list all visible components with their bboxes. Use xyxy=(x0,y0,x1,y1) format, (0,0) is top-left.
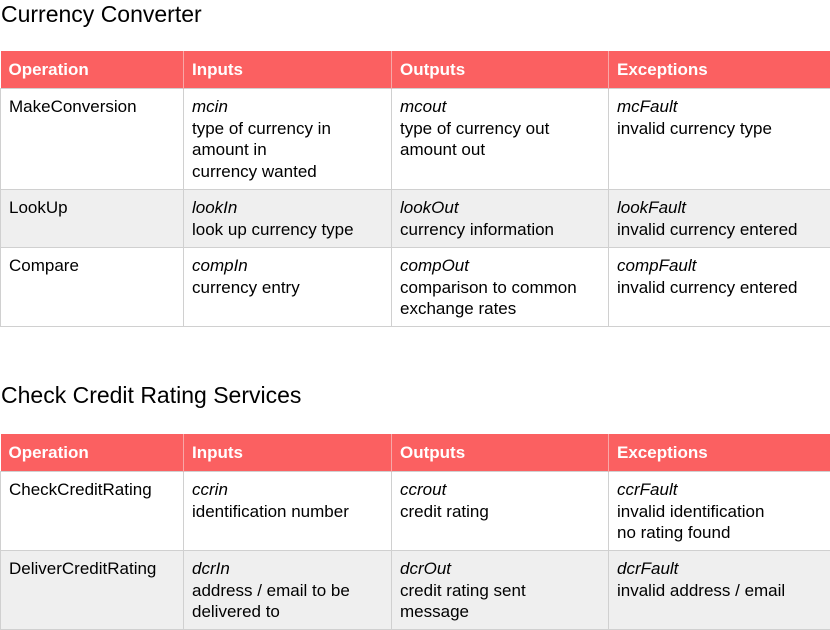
output-part: comparison to common xyxy=(400,277,600,299)
exceptions-cell: compFault invalid currency entered xyxy=(609,248,830,327)
fault-description: invalid address / email xyxy=(617,580,823,602)
output-part: message xyxy=(400,601,600,623)
table-row: CheckCreditRating ccrin identification n… xyxy=(1,472,830,551)
column-header-outputs: Outputs xyxy=(392,434,609,472)
operation-cell: LookUp xyxy=(1,190,184,248)
input-part: currency entry xyxy=(192,277,383,299)
inputs-cell: ccrin identification number xyxy=(184,472,392,551)
output-message-name: mcout xyxy=(400,96,600,118)
exceptions-cell: mcFault invalid currency type xyxy=(609,89,830,190)
output-part: exchange rates xyxy=(400,298,600,320)
outputs-cell: ccrout credit rating xyxy=(392,472,609,551)
outputs-cell: compOut comparison to common exchange ra… xyxy=(392,248,609,327)
fault-description: invalid identification xyxy=(617,501,823,523)
exceptions-cell: dcrFault invalid address / email xyxy=(609,551,830,630)
exceptions-cell: lookFault invalid currency entered xyxy=(609,190,830,248)
fault-name: mcFault xyxy=(617,96,823,118)
fault-description: invalid currency entered xyxy=(617,277,823,299)
fault-description: invalid currency type xyxy=(617,118,823,140)
fault-name: compFault xyxy=(617,255,823,277)
inputs-cell: mcin type of currency in amount in curre… xyxy=(184,89,392,190)
currency-converter-table: Operation Inputs Outputs Exceptions Make… xyxy=(0,51,830,327)
exceptions-cell: ccrFault invalid identification no ratin… xyxy=(609,472,830,551)
output-message-name: compOut xyxy=(400,255,600,277)
output-part: credit rating xyxy=(400,501,600,523)
input-message-name: ccrin xyxy=(192,479,383,501)
operation-cell: DeliverCreditRating xyxy=(1,551,184,630)
output-message-name: lookOut xyxy=(400,197,600,219)
table-header-row: Operation Inputs Outputs Exceptions xyxy=(1,434,830,472)
table-header-row: Operation Inputs Outputs Exceptions xyxy=(1,51,830,89)
input-part: look up currency type xyxy=(192,219,383,241)
outputs-cell: lookOut currency information xyxy=(392,190,609,248)
output-message-name: dcrOut xyxy=(400,558,600,580)
outputs-cell: dcrOut credit rating sent message xyxy=(392,551,609,630)
table-row: Compare compIn currency entry compOut co… xyxy=(1,248,830,327)
table-row: MakeConversion mcin type of currency in … xyxy=(1,89,830,190)
operation-cell: Compare xyxy=(1,248,184,327)
input-message-name: lookIn xyxy=(192,197,383,219)
column-header-exceptions: Exceptions xyxy=(609,51,830,89)
fault-description: invalid currency entered xyxy=(617,219,823,241)
fault-description: no rating found xyxy=(617,522,823,544)
input-part: address / email to be xyxy=(192,580,383,602)
fault-name: dcrFault xyxy=(617,558,823,580)
column-header-operation: Operation xyxy=(1,51,184,89)
table-row: DeliverCreditRating dcrIn address / emai… xyxy=(1,551,830,630)
input-part: type of currency in xyxy=(192,118,383,140)
output-part: currency information xyxy=(400,219,600,241)
input-part: amount in xyxy=(192,139,383,161)
inputs-cell: compIn currency entry xyxy=(184,248,392,327)
column-header-operation: Operation xyxy=(1,434,184,472)
output-part: credit rating sent xyxy=(400,580,600,602)
input-part: delivered to xyxy=(192,601,383,623)
currency-converter-title: Currency Converter xyxy=(1,0,202,28)
input-part: identification number xyxy=(192,501,383,523)
inputs-cell: dcrIn address / email to be delivered to xyxy=(184,551,392,630)
check-credit-rating-title: Check Credit Rating Services xyxy=(1,381,301,409)
column-header-exceptions: Exceptions xyxy=(609,434,830,472)
check-credit-rating-table: Operation Inputs Outputs Exceptions Chec… xyxy=(0,434,830,630)
output-part: amount out xyxy=(400,139,600,161)
column-header-outputs: Outputs xyxy=(392,51,609,89)
column-header-inputs: Inputs xyxy=(184,51,392,89)
output-message-name: ccrout xyxy=(400,479,600,501)
input-part: currency wanted xyxy=(192,161,383,183)
input-message-name: compIn xyxy=(192,255,383,277)
column-header-inputs: Inputs xyxy=(184,434,392,472)
operation-cell: MakeConversion xyxy=(1,89,184,190)
fault-name: ccrFault xyxy=(617,479,823,501)
fault-name: lookFault xyxy=(617,197,823,219)
inputs-cell: lookIn look up currency type xyxy=(184,190,392,248)
input-message-name: mcin xyxy=(192,96,383,118)
operation-cell: CheckCreditRating xyxy=(1,472,184,551)
outputs-cell: mcout type of currency out amount out xyxy=(392,89,609,190)
output-part: type of currency out xyxy=(400,118,600,140)
table-row: LookUp lookIn look up currency type look… xyxy=(1,190,830,248)
input-message-name: dcrIn xyxy=(192,558,383,580)
